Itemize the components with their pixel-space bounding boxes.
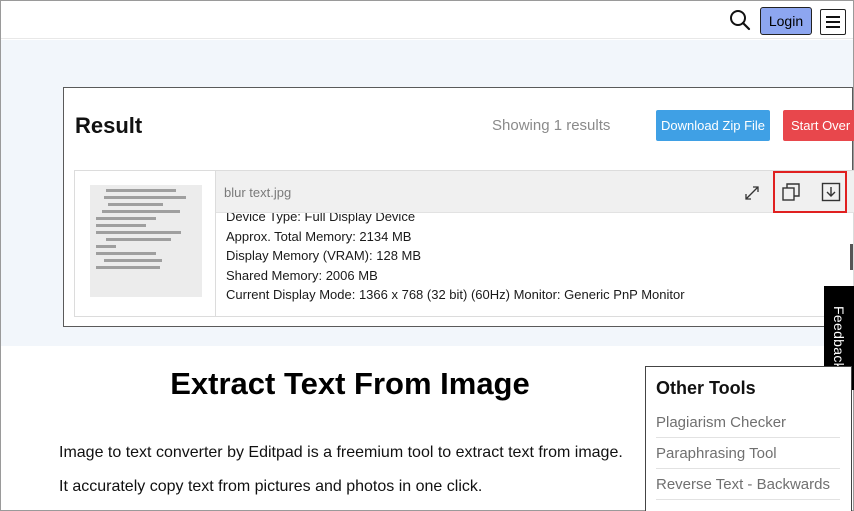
feedback-label: Feedback	[831, 306, 848, 370]
other-tools-panel: Other Tools Plagiarism Checker Paraphras…	[645, 366, 852, 511]
expand-icon[interactable]	[744, 185, 760, 201]
hamburger-menu-icon[interactable]	[820, 9, 846, 35]
result-title: Result	[75, 113, 143, 138]
extracted-text[interactable]: Device Type: Full Display Device Approx.…	[226, 213, 846, 314]
top-header: Login	[1, 1, 853, 39]
result-file-row: blur text.jpg Device Type: Full Display …	[74, 170, 854, 317]
extracted-line: Display Memory (VRAM): 128 MB	[226, 248, 422, 264]
extracted-line: Device Type: Full Display Device	[226, 213, 416, 224]
start-over-button[interactable]: Start Over	[783, 110, 854, 141]
image-thumbnail	[90, 185, 202, 297]
tool-link-plagiarism-checker[interactable]: Plagiarism Checker	[656, 407, 840, 438]
page-description: Image to text converter by Editpad is a …	[59, 444, 623, 495]
results-count: Showing 1 results	[492, 117, 611, 134]
page-title: Extract Text From Image	[0, 366, 700, 402]
other-tools-title: Other Tools	[656, 378, 756, 398]
page-title-text: Extract Text From Image	[170, 366, 530, 401]
scrollbar-thumb[interactable]	[850, 244, 853, 270]
file-name: blur text.jpg	[224, 185, 292, 200]
extracted-line: Current Display Mode: 1366 x 768 (32 bit…	[226, 287, 685, 303]
tool-link-paraphrasing-tool[interactable]: Paraphrasing Tool	[656, 438, 840, 469]
copy-icon[interactable]	[782, 183, 800, 201]
file-header: blur text.jpg	[216, 171, 854, 213]
extracted-line: Shared Memory: 2006 MB	[226, 267, 378, 283]
login-button[interactable]: Login	[760, 7, 812, 35]
tool-link-reverse-text[interactable]: Reverse Text - Backwards	[656, 469, 840, 500]
search-icon[interactable]	[729, 9, 751, 31]
extracted-line: Approx. Total Memory: 2134 MB	[226, 228, 412, 244]
thumbnail-cell	[75, 171, 216, 316]
result-card: Result Showing 1 results Download Zip Fi…	[63, 87, 854, 327]
download-icon[interactable]	[821, 182, 841, 202]
download-zip-button[interactable]: Download Zip File	[656, 110, 770, 141]
